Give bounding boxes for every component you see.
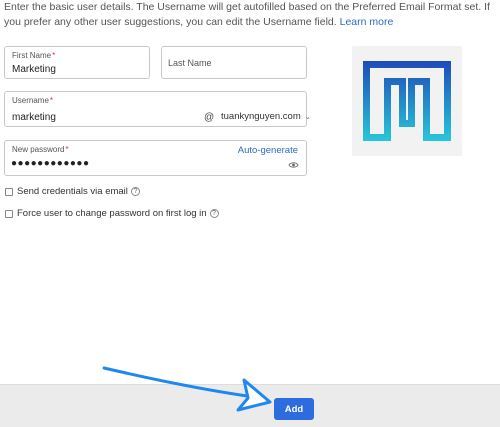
last-name-field[interactable]: Last Name <box>161 46 307 79</box>
intro-text: Enter the basic user details. The Userna… <box>4 0 500 30</box>
first-name-value: Marketing <box>12 64 56 75</box>
eye-icon[interactable] <box>288 161 299 169</box>
domain-select[interactable]: tuankynguyen.com ⌄ <box>221 111 311 122</box>
send-credentials-option[interactable]: Send credentials via email ? <box>5 186 140 197</box>
last-name-placeholder: Last Name <box>168 58 212 68</box>
username-value: marketing <box>12 112 56 123</box>
help-icon[interactable]: ? <box>209 209 219 218</box>
password-label: New password* <box>12 145 69 154</box>
send-credentials-checkbox[interactable] <box>5 187 13 196</box>
first-name-label: First Name* <box>12 51 56 60</box>
intro-body: Enter the basic user details. The Userna… <box>4 1 490 28</box>
password-value: ●●●●●●●●●●●● <box>11 158 90 169</box>
t-logo <box>363 61 451 141</box>
help-icon[interactable]: ? <box>130 187 140 196</box>
send-credentials-label: Send credentials via email <box>17 186 128 197</box>
force-change-checkbox[interactable] <box>5 209 13 218</box>
password-field[interactable]: New password* Auto-generate ●●●●●●●●●●●● <box>4 140 307 176</box>
first-name-field[interactable]: First Name* Marketing <box>4 46 150 79</box>
at-sign: @ <box>204 112 215 123</box>
username-label: Username* <box>12 96 54 105</box>
username-field[interactable]: Username* marketing @ tuankynguyen.com ⌄ <box>4 91 311 127</box>
chevron-down-icon: ⌄ <box>304 113 311 121</box>
footer-bar <box>0 384 500 427</box>
learn-more-link[interactable]: Learn more <box>340 16 394 28</box>
domain-value: tuankynguyen.com <box>221 111 301 122</box>
force-change-label: Force user to change password on first l… <box>17 208 207 219</box>
logo-card <box>352 46 462 156</box>
auto-generate-link[interactable]: Auto-generate <box>238 145 298 156</box>
add-button[interactable]: Add <box>274 398 314 420</box>
force-change-option[interactable]: Force user to change password on first l… <box>5 208 219 219</box>
